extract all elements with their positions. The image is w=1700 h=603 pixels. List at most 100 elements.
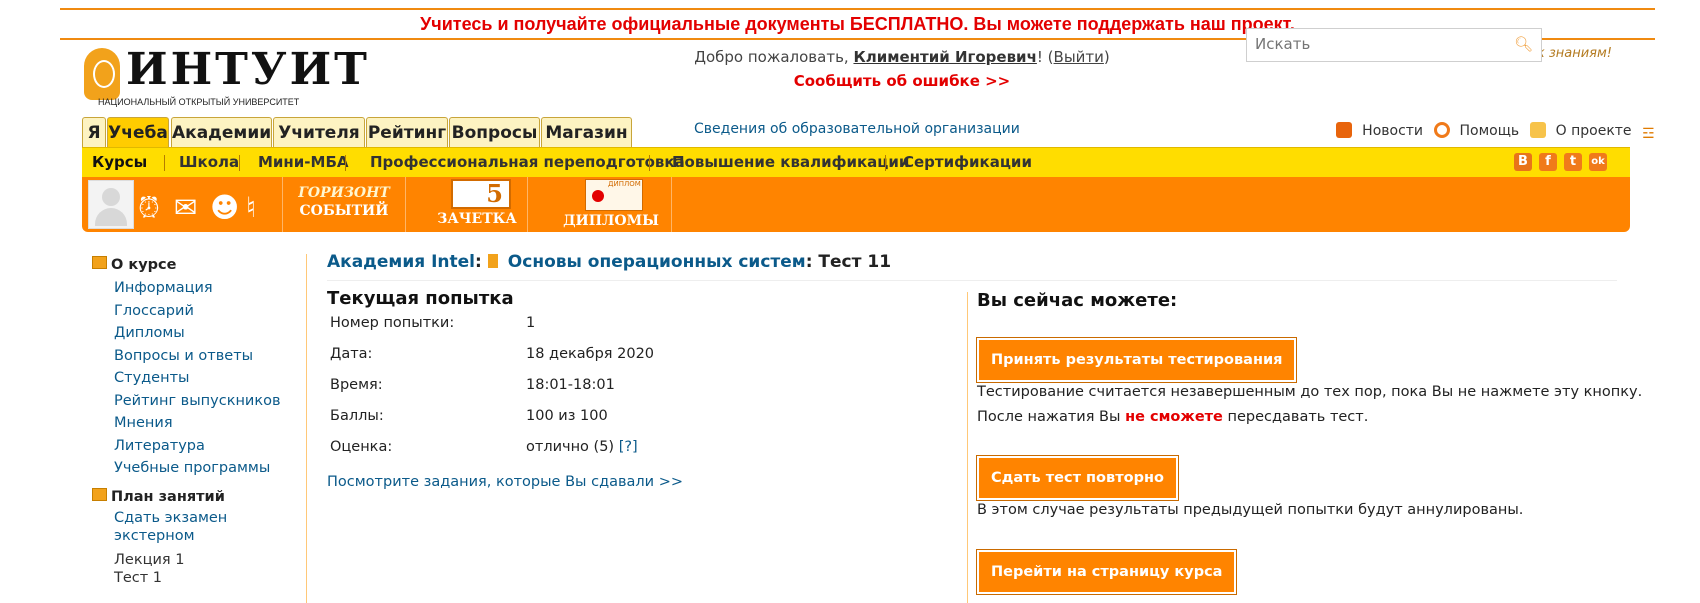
record-book-number: 5: [486, 179, 503, 208]
subnav-school[interactable]: Школа: [179, 148, 239, 177]
breadcrumb: Академия Intel: Основы операционных систе…: [327, 252, 891, 272]
subnav-mini-mba[interactable]: Мини-МБА: [258, 148, 349, 177]
people-icon[interactable]: ☻: [210, 191, 239, 224]
logo-emblem-icon: [84, 48, 120, 100]
retake-test-button[interactable]: Сдать тест повторно: [976, 455, 1179, 501]
sidebar-item-external-exam[interactable]: Сдать экзамен экстерном: [92, 509, 302, 545]
rss-icon: [1336, 122, 1353, 138]
sidebar-item-programs[interactable]: Учебные программы: [92, 457, 302, 480]
table-row: Номер попытки: 1: [330, 315, 654, 346]
sidebar-item-glossary[interactable]: Глоссарий: [92, 300, 302, 323]
search-icon[interactable]: 🔍︎: [1514, 35, 1533, 53]
vk-icon[interactable]: B: [1514, 153, 1532, 171]
grade-help-link[interactable]: [?]: [619, 439, 638, 455]
sidebar-item-info[interactable]: Информация: [92, 277, 302, 300]
accept-note-2b: пересдавать тест.: [1227, 409, 1369, 425]
news-link[interactable]: Новости: [1336, 122, 1424, 139]
tab-teachers[interactable]: Учителя: [273, 117, 365, 147]
lesson-plan-heading[interactable]: План занятий: [92, 487, 302, 505]
subnav-divider: [164, 155, 165, 171]
plan-item-lecture[interactable]: Лекция 1: [92, 551, 302, 569]
info-icon: [1529, 122, 1546, 138]
org-info-link[interactable]: Сведения об образовательной организации: [694, 121, 1020, 137]
horizon-line2: СОБЫТИЙ: [299, 203, 389, 219]
column-divider: [967, 292, 968, 603]
logo-title: ИНТУИТ: [126, 44, 370, 95]
table-row: Дата: 18 декабря 2020: [330, 346, 654, 377]
accept-results-button[interactable]: Принять результаты тестирования: [975, 337, 1298, 383]
tab-academies[interactable]: Академии: [171, 117, 272, 147]
welcome-bang: !: [1036, 48, 1043, 66]
quick-panel: ⏰︎ ✉︎ ☻ ♮ ГОРИЗОНТ СОБЫТИЙ 5 ЗАЧЕТКА ДИП…: [82, 177, 1630, 232]
sidebar-item-students[interactable]: Студенты: [92, 367, 302, 390]
plan-item-test[interactable]: Тест 1: [92, 569, 302, 587]
diplomas-button[interactable]: ДИПЛОМ ДИПЛОМЫ: [551, 177, 672, 232]
sitemap-link[interactable]: ☲: [1642, 123, 1662, 142]
actions-title: Вы сейчас можете:: [977, 290, 1178, 311]
twitter-icon[interactable]: t: [1564, 153, 1582, 171]
tab-me[interactable]: Я: [82, 117, 106, 147]
bell-icon[interactable]: ♮: [246, 191, 256, 224]
accept-note-2a: После нажатия Вы: [977, 409, 1121, 425]
tab-study[interactable]: Учеба: [107, 117, 169, 147]
folder-icon: [92, 487, 107, 501]
logout-paren-close: ): [1103, 48, 1110, 66]
diploma-icon: ДИПЛОМ: [585, 179, 643, 211]
subnav-retraining[interactable]: Профессиональная переподготовка: [370, 148, 685, 177]
user-name-link[interactable]: Климентий Игоревич: [853, 48, 1036, 66]
logout-link[interactable]: Выйти: [1054, 48, 1104, 66]
attempt-value: 18:01-18:01: [526, 377, 615, 393]
breadcrumb-course[interactable]: Основы операционных систем: [508, 252, 806, 272]
events-horizon-button[interactable]: ГОРИЗОНТ СОБЫТИЙ: [282, 177, 406, 232]
mail-icon[interactable]: ✉︎: [174, 191, 197, 224]
subnav-courses[interactable]: Курсы: [92, 148, 147, 177]
sidebar-item-opinions[interactable]: Мнения: [92, 412, 302, 435]
view-submitted-tasks-link[interactable]: Посмотрите задания, которые Вы сдавали >…: [327, 474, 683, 490]
lifebuoy-icon: [1433, 122, 1450, 138]
tab-questions[interactable]: Вопросы: [449, 117, 540, 147]
about-label: О проекте: [1555, 123, 1632, 139]
go-to-course-button[interactable]: Перейти на страницу курса: [975, 549, 1238, 595]
breadcrumb-academy[interactable]: Академия Intel: [327, 252, 475, 272]
news-label: Новости: [1362, 123, 1424, 139]
tab-shop[interactable]: Магазин: [541, 117, 632, 147]
odnoklassniki-icon[interactable]: ok: [1589, 153, 1607, 171]
attempt-key: Баллы:: [330, 408, 384, 424]
subnav-divider: [885, 155, 886, 171]
sidebar-divider: [306, 254, 307, 603]
subnav-divider: [345, 155, 346, 171]
subnav-divider: [239, 155, 240, 171]
table-row: Время: 18:01-18:01: [330, 377, 654, 408]
attempt-value: отлично (5) [?]: [526, 439, 654, 470]
report-error-link[interactable]: Сообщить об ошибке >>: [672, 72, 1132, 90]
breadcrumb-divider: [327, 280, 1617, 281]
tab-rating[interactable]: Рейтинг: [366, 117, 448, 147]
record-book-button[interactable]: 5 ЗАЧЕТКА: [427, 177, 528, 232]
subnav-divider: [649, 155, 650, 171]
sidebar-item-diplomas[interactable]: Дипломы: [92, 322, 302, 345]
subnav-certifications[interactable]: Сертификации: [903, 148, 1032, 177]
record-book-icon: 5: [451, 179, 511, 209]
search-input[interactable]: [1247, 29, 1513, 59]
lesson-plan-title: План занятий: [111, 488, 225, 505]
table-row: Оценка: отлично (5) [?]: [330, 439, 654, 470]
logo[interactable]: ИНТУИТ НАЦИОНАЛЬНЫЙ ОТКРЫТЫЙ УНИВЕРСИТЕТ: [82, 44, 367, 108]
sidebar-item-faq[interactable]: Вопросы и ответы: [92, 345, 302, 368]
sidebar-item-literature[interactable]: Литература: [92, 435, 302, 458]
accept-note-1: Тестирование считается незавершенным до …: [977, 384, 1643, 400]
about-link[interactable]: О проекте: [1529, 122, 1632, 139]
about-course-heading[interactable]: О курсе: [92, 256, 302, 273]
sidebar-item-graduates-rating[interactable]: Рейтинг выпускников: [92, 390, 302, 413]
help-label: Помощь: [1459, 123, 1520, 139]
logo-subtitle: НАЦИОНАЛЬНЫЙ ОТКРЫТЫЙ УНИВЕРСИТЕТ: [98, 97, 300, 107]
alarm-clock-icon[interactable]: ⏰︎: [138, 191, 160, 225]
external-exam-line1: Сдать экзамен: [114, 509, 228, 526]
avatar[interactable]: [88, 180, 134, 229]
search-box: 🔍︎: [1246, 28, 1542, 62]
help-link[interactable]: Помощь: [1433, 122, 1520, 139]
facebook-icon[interactable]: f: [1539, 153, 1557, 171]
attempt-table: Номер попытки: 1 Дата: 18 декабря 2020 Вре…: [330, 315, 654, 470]
book-icon: [487, 254, 498, 268]
attempt-value: 18 декабря 2020: [526, 346, 655, 362]
subnav-qualification[interactable]: Повышение квалификации: [672, 148, 909, 177]
